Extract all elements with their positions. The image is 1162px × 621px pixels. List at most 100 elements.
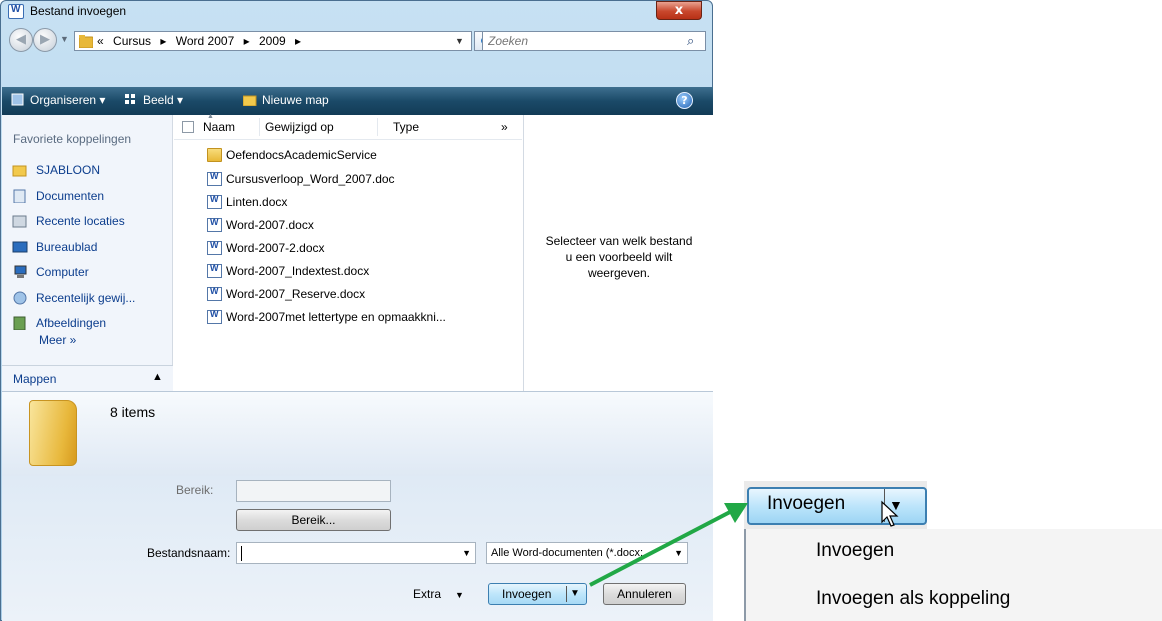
column-gewijzigd-op[interactable]: Gewijzigd op [265,120,334,134]
folder-icon [29,400,77,466]
more-columns-chevron[interactable]: » [501,120,508,134]
column-naam[interactable]: Naam [203,120,235,134]
folders-label: Mappen [13,372,57,386]
chevron-down-icon[interactable]: ▼ [672,543,683,563]
text-caret [241,546,242,561]
window-title: Bestand invoegen [30,4,127,18]
search-input[interactable] [488,33,678,49]
file-name: Word-2007met lettertype en opmaakkni... [226,310,446,324]
insert-split-button[interactable]: Invoegen ▼ [488,583,587,605]
sort-arrow-icon: ▲ [207,113,214,120]
folders-toggle[interactable]: Mappen ▲ [2,365,173,391]
nav-item-bureaublad[interactable]: Bureaublad [12,237,170,257]
address-row: ◀ ▶ ▼ « Cursus ▸ Word 2007 ▸ 2009 ▸ ▼ Zo… [7,24,707,55]
range-label: Bereik: [176,483,214,497]
breadcrumb-separator[interactable]: ▸ [160,34,166,48]
item-count: 8 items [110,404,156,420]
nav-item-recente-locaties[interactable]: Recente locaties [12,211,170,231]
search-icon[interactable]: ⌕ [687,33,694,49]
column-divider[interactable] [377,118,378,136]
folder-icon [79,35,93,48]
file-name: Cursusverloop_Word_2007.doc [226,172,395,186]
file-name: Word-2007.docx [226,218,314,232]
pictures-icon [13,316,26,330]
search-box[interactable]: ⌕ [482,31,706,51]
file-row[interactable]: OefendocsAcademicService [207,144,522,166]
insert-dropdown-menu: Invoegen Invoegen als koppeling [744,529,1162,621]
range-field [236,480,391,502]
word-document-icon [207,263,222,278]
file-row[interactable]: Word-2007-2.docx [207,237,522,259]
nav-item-label: Computer [36,265,89,279]
breadcrumb-separator[interactable]: ▸ [295,34,301,48]
file-list: ▲ Naam Gewijzigd op Type » OefendocsAcad… [174,113,522,391]
nav-item-label: Bureaublad [36,240,98,254]
view-icon [125,94,135,104]
computer-icon [14,265,27,278]
folder-icon [12,165,27,177]
nav-item-documenten[interactable]: Documenten [12,186,170,206]
file-type-filter[interactable]: Alle Word-documenten (*.docx; ▼ [486,542,688,564]
help-icon[interactable]: ? [676,92,693,109]
chevron-up-icon: ▲ [152,371,163,383]
desktop-icon [12,241,28,253]
organize-button[interactable]: Organiseren ▾ [11,93,105,107]
file-row[interactable]: Cursusverloop_Word_2007.doc [207,168,522,190]
file-name: Linten.docx [226,195,288,209]
breadcrumb: « Cursus ▸ Word 2007 ▸ 2009 ▸ [97,32,307,50]
dialog-footer: Bereik: Bereik... Bestandsnaam: ▼ Alle W… [2,476,713,621]
file-name: OefendocsAcademicService [226,148,377,162]
file-row[interactable]: Word-2007_Indextest.docx [207,260,522,282]
nav-item-computer[interactable]: Computer [12,262,170,282]
breadcrumb-cursus[interactable]: Cursus [113,34,151,48]
word-document-icon [207,286,222,301]
breadcrumb-separator[interactable]: ▸ [244,34,250,48]
breadcrumb-word-2007[interactable]: Word 2007 [176,34,234,48]
select-all-checkbox[interactable] [182,121,194,133]
nav-item-afbeeldingen[interactable]: Afbeeldingen [12,313,170,333]
file-row[interactable]: Word-2007.docx [207,214,522,236]
new-folder-label: Nieuwe map [262,93,329,107]
close-button[interactable]: x [656,1,702,20]
chevron-down-icon[interactable]: ▼ [570,584,580,604]
navigation-pane: Favoriete koppelingen SJABLOON Documente… [2,115,173,391]
filename-field[interactable]: ▼ [236,542,476,564]
menu-item-invoegen[interactable]: Invoegen [816,540,894,562]
preview-pane: Selecteer van welk bestand u een voorbee… [523,115,713,391]
more-link[interactable]: Meer » [39,333,76,347]
file-name: Word-2007-2.docx [226,241,325,255]
address-bar[interactable]: « Cursus ▸ Word 2007 ▸ 2009 ▸ ▼ [74,31,472,51]
back-button[interactable]: ◀ [9,28,33,52]
cancel-button[interactable]: Annuleren [603,583,686,605]
menu-item-invoegen-als-koppeling[interactable]: Invoegen als koppeling [816,588,1010,610]
nav-item-recentelijk-gewijzigd[interactable]: Recentelijk gewij... [12,288,170,308]
file-name: Word-2007_Reserve.docx [226,287,366,301]
word-app-icon [8,4,24,19]
title-bar: Bestand invoegen x [1,1,712,23]
file-type-value: Alle Word-documenten (*.docx; [491,547,644,559]
forward-button[interactable]: ▶ [33,28,57,52]
address-dropdown-icon[interactable]: ▼ [455,32,464,50]
organize-icon [11,93,24,106]
nav-item-label: Recentelijk gewij... [36,291,136,305]
recent-places-icon [12,215,27,228]
new-folder-button[interactable]: Nieuwe map [243,93,329,107]
column-divider[interactable] [259,118,260,136]
chevron-down-icon[interactable]: ▼ [462,543,471,563]
split-divider [566,586,567,602]
nav-item-sjabloon[interactable]: SJABLOON [12,160,170,180]
range-button[interactable]: Bereik... [236,509,391,531]
file-row[interactable]: Word-2007met lettertype en opmaakkni... [207,306,522,328]
breadcrumb-2009[interactable]: 2009 [259,34,286,48]
extra-menu[interactable]: Extra ▼ [413,587,464,601]
preview-line: Selecteer van welk bestand [545,234,693,248]
column-type[interactable]: Type [393,120,419,134]
file-name: Word-2007_Indextest.docx [226,264,370,278]
recent-pages-dropdown-icon[interactable]: ▼ [60,34,69,44]
breadcrumb-overflow[interactable]: « [97,34,104,48]
file-row[interactable]: Linten.docx [207,191,522,213]
view-button[interactable]: Beeld ▾ [124,93,183,107]
screenshot: Bestand invoegen x ◀ ▶ ▼ « Cursus ▸ Word… [0,0,1162,621]
file-row[interactable]: Word-2007_Reserve.docx [207,283,522,305]
organize-label: Organiseren ▾ [30,93,106,107]
